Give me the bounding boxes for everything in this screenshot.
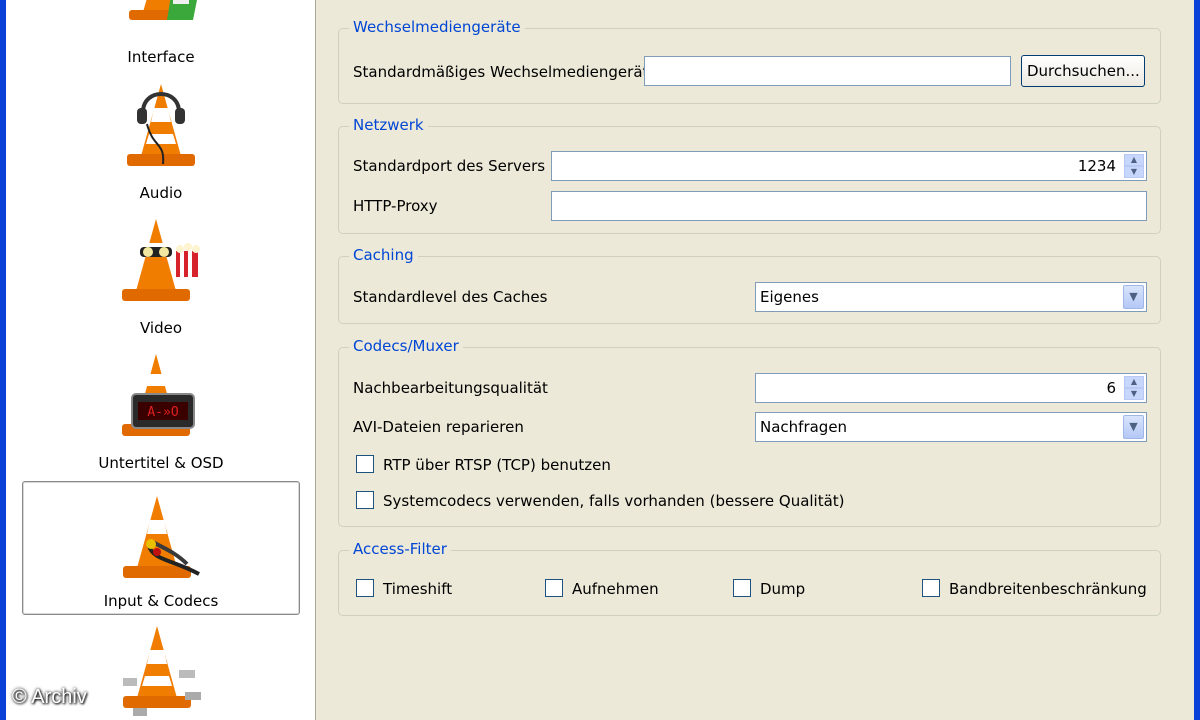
server-port-spinbox[interactable]: 1234 ▲ ▼ bbox=[551, 151, 1147, 181]
timeshift-label: Timeshift bbox=[383, 580, 453, 598]
system-codecs-label: Systemcodecs verwenden, falls vorhanden … bbox=[383, 492, 845, 510]
category-label: Video bbox=[139, 319, 183, 337]
copyright-watermark: © Archiv bbox=[12, 686, 87, 708]
bandwidth-checkbox[interactable] bbox=[922, 579, 940, 597]
dump-checkbox[interactable] bbox=[733, 579, 751, 597]
removable-device-label: Standardmäßiges Wechselmediengerät bbox=[353, 63, 649, 81]
postprocessing-label: Nachbearbeitungsqualität bbox=[353, 379, 548, 397]
category-subtitles-osd[interactable]: A-»O Untertitel & OSD bbox=[22, 348, 300, 482]
vlc-cone-tools-icon bbox=[123, 626, 201, 716]
vlc-cone-display-icon: A-»O bbox=[122, 354, 195, 436]
removable-device-input[interactable] bbox=[644, 56, 1011, 86]
settings-panel: Wechselmediengeräte Standardmäßiges Wech… bbox=[317, 0, 1194, 720]
dump-label: Dump bbox=[760, 580, 806, 598]
record-label: Aufnehmen bbox=[572, 580, 659, 598]
vlc-cone-popcorn-icon bbox=[122, 219, 200, 301]
group-codecs-muxer: Codecs/Muxer Nachbearbeitungsqualität 6 … bbox=[338, 337, 1161, 527]
svg-text:A-»O: A-»O bbox=[147, 405, 178, 420]
browse-button[interactable]: Durchsuchen... bbox=[1021, 55, 1145, 87]
group-title: Netzwerk bbox=[349, 116, 428, 134]
http-proxy-input[interactable] bbox=[551, 191, 1147, 221]
window-frame-right bbox=[1194, 0, 1200, 720]
vlc-cone-interface-icon bbox=[129, 0, 197, 20]
postprocessing-value: 6 bbox=[1106, 379, 1116, 397]
server-port-label: Standardport des Servers bbox=[353, 157, 546, 175]
spin-arrows[interactable]: ▲ ▼ bbox=[1124, 154, 1144, 178]
spin-down-icon[interactable]: ▼ bbox=[1124, 388, 1144, 400]
cache-level-value: Eigenes bbox=[760, 288, 819, 306]
bandwidth-label: Bandbreitenbeschränkung bbox=[949, 580, 1147, 598]
group-title: Wechselmediengeräte bbox=[349, 18, 525, 36]
group-title: Caching bbox=[349, 246, 418, 264]
category-input-codecs[interactable]: Input & Codecs bbox=[22, 481, 300, 615]
category-label: Untertitel & OSD bbox=[98, 454, 224, 472]
postprocessing-spinbox[interactable]: 6 ▲ ▼ bbox=[755, 373, 1147, 403]
server-port-value: 1234 bbox=[1077, 157, 1116, 175]
category-interface[interactable]: Interface bbox=[22, 0, 300, 74]
avi-repair-value: Nachfragen bbox=[760, 418, 848, 436]
chevron-down-icon[interactable]: ▼ bbox=[1123, 285, 1144, 309]
cache-level-select[interactable]: Eigenes ▼ bbox=[755, 282, 1147, 312]
category-sidebar: Interface Audio Video A-»O Untertitel & … bbox=[6, 0, 316, 720]
cache-level-label: Standardlevel des Caches bbox=[353, 288, 548, 306]
category-video[interactable]: Video bbox=[22, 213, 300, 347]
avi-repair-label: AVI-Dateien reparieren bbox=[353, 418, 524, 436]
group-title: Access-Filter bbox=[349, 540, 451, 558]
category-label: Interface bbox=[127, 48, 195, 66]
group-title: Codecs/Muxer bbox=[349, 337, 463, 355]
vlc-cone-cables-icon bbox=[123, 496, 200, 578]
record-checkbox[interactable] bbox=[545, 579, 563, 597]
category-label: Audio bbox=[139, 184, 183, 202]
spin-up-icon[interactable]: ▲ bbox=[1124, 376, 1144, 388]
category-label: Input & Codecs bbox=[103, 592, 219, 610]
group-removable-media: Wechselmediengeräte Standardmäßiges Wech… bbox=[338, 18, 1161, 104]
timeshift-checkbox[interactable] bbox=[356, 579, 374, 597]
http-proxy-label: HTTP-Proxy bbox=[353, 197, 438, 215]
spin-arrows[interactable]: ▲ ▼ bbox=[1124, 376, 1144, 400]
group-network: Netzwerk Standardport des Servers 1234 ▲… bbox=[338, 116, 1161, 234]
spin-down-icon[interactable]: ▼ bbox=[1124, 166, 1144, 178]
avi-repair-select[interactable]: Nachfragen ▼ bbox=[755, 412, 1147, 442]
spin-up-icon[interactable]: ▲ bbox=[1124, 154, 1144, 166]
chevron-down-icon[interactable]: ▼ bbox=[1123, 415, 1144, 439]
rtp-over-rtsp-label: RTP über RTSP (TCP) benutzen bbox=[383, 456, 611, 474]
rtp-over-rtsp-checkbox[interactable] bbox=[356, 455, 374, 473]
vlc-cone-headphones-icon bbox=[127, 84, 195, 166]
group-access-filter: Access-Filter Timeshift Aufnehmen Dump B… bbox=[338, 540, 1161, 616]
category-audio[interactable]: Audio bbox=[22, 78, 300, 212]
group-caching: Caching Standardlevel des Caches Eigenes… bbox=[338, 246, 1161, 324]
system-codecs-checkbox[interactable] bbox=[356, 491, 374, 509]
